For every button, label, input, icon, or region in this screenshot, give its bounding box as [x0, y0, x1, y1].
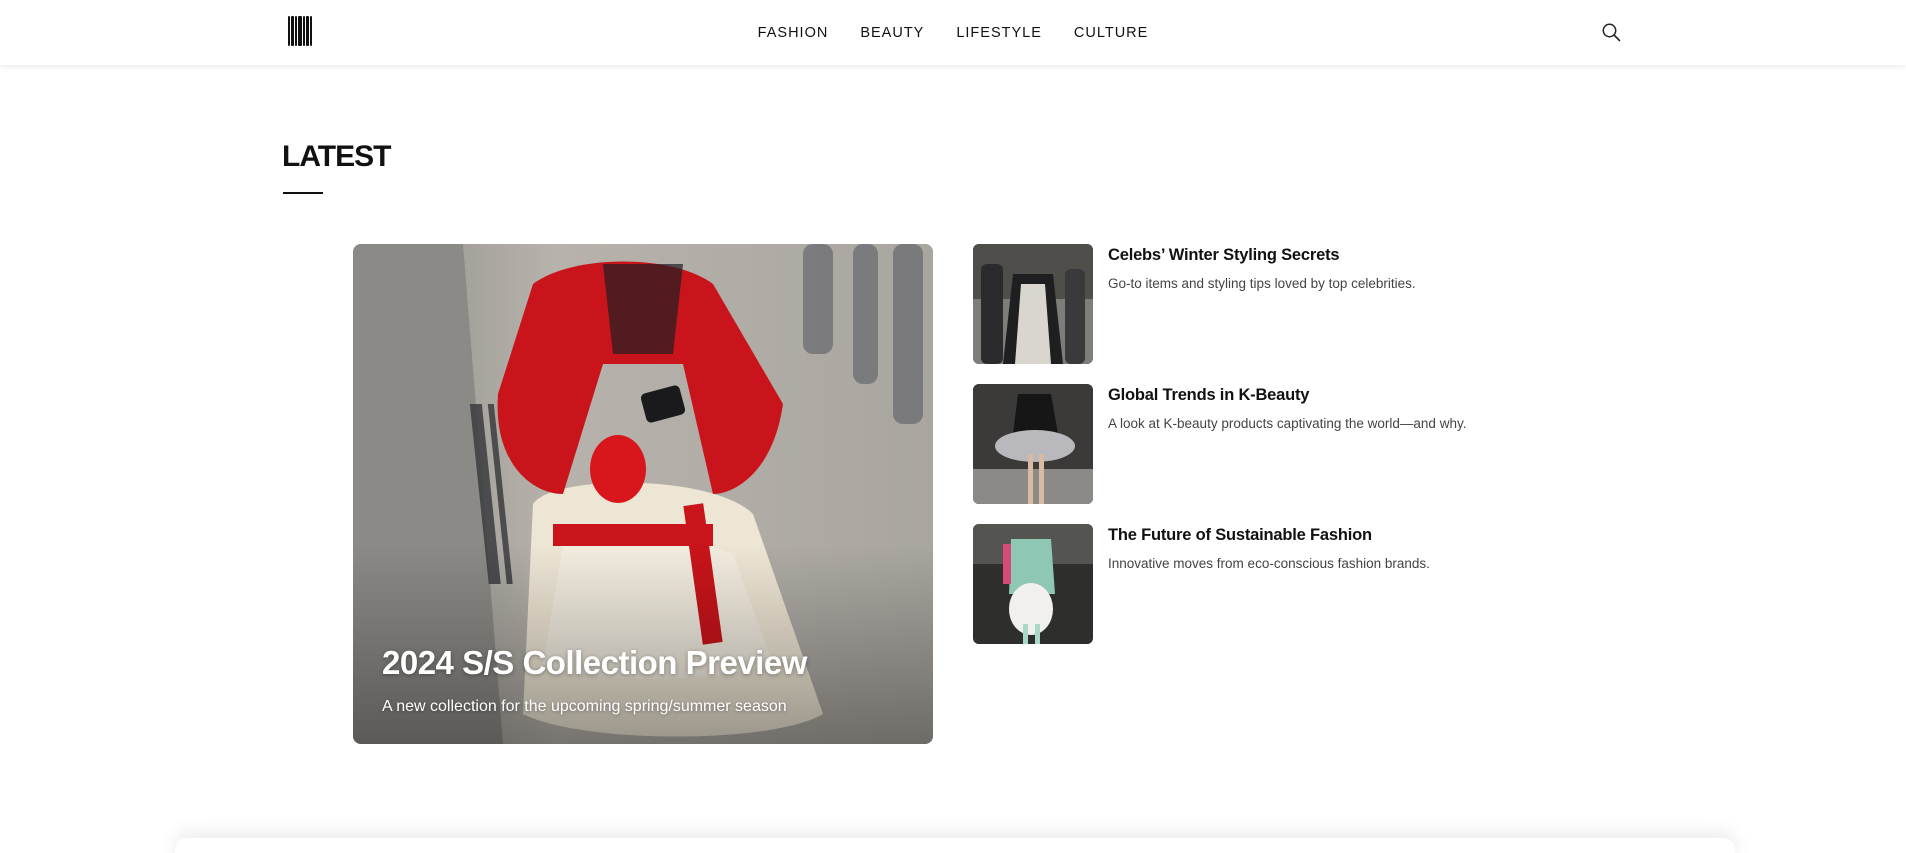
article-image: [973, 524, 1093, 644]
article-thumbnail[interactable]: [973, 244, 1093, 364]
nav-item-beauty[interactable]: BEAUTY: [860, 25, 924, 41]
search-icon[interactable]: [1601, 22, 1621, 42]
article-item[interactable]: The Future of Sustainable Fashion Innova…: [973, 524, 1493, 644]
article-description: Go-to items and styling tips loved by to…: [1108, 276, 1416, 291]
section-title: LATEST: [282, 140, 391, 173]
article-title[interactable]: Celebs’ Winter Styling Secrets: [1108, 246, 1340, 265]
article-item[interactable]: Global Trends in K-Beauty A look at K-be…: [973, 384, 1493, 504]
article-image: [973, 244, 1093, 364]
article-thumbnail[interactable]: [973, 384, 1093, 504]
hero-title[interactable]: 2024 S/S Collection Preview: [382, 644, 807, 682]
article-title[interactable]: The Future of Sustainable Fashion: [1108, 526, 1372, 545]
hero-card[interactable]: 2024 S/S Collection Preview A new collec…: [353, 244, 933, 744]
site-header: FASHION BEAUTY LIFESTYLE CULTURE: [0, 0, 1906, 65]
nav-item-culture[interactable]: CULTURE: [1074, 25, 1148, 41]
title-underline: [283, 192, 323, 194]
brand-logo-icon[interactable]: [288, 16, 313, 46]
article-thumbnail[interactable]: [973, 524, 1093, 644]
article-description: Innovative moves from eco-conscious fash…: [1108, 556, 1430, 571]
nav-item-lifestyle[interactable]: LIFESTYLE: [956, 25, 1042, 41]
next-section-edge: [175, 838, 1735, 853]
nav-item-fashion[interactable]: FASHION: [758, 25, 829, 41]
article-item[interactable]: Celebs’ Winter Styling Secrets Go-to ite…: [973, 244, 1493, 364]
article-image: [973, 384, 1093, 504]
article-title[interactable]: Global Trends in K-Beauty: [1108, 386, 1309, 405]
article-description: A look at K-beauty products captivating …: [1108, 416, 1467, 431]
page: FASHION BEAUTY LIFESTYLE CULTURE LATEST: [0, 0, 1906, 853]
hero-subtitle: A new collection for the upcoming spring…: [382, 698, 787, 715]
